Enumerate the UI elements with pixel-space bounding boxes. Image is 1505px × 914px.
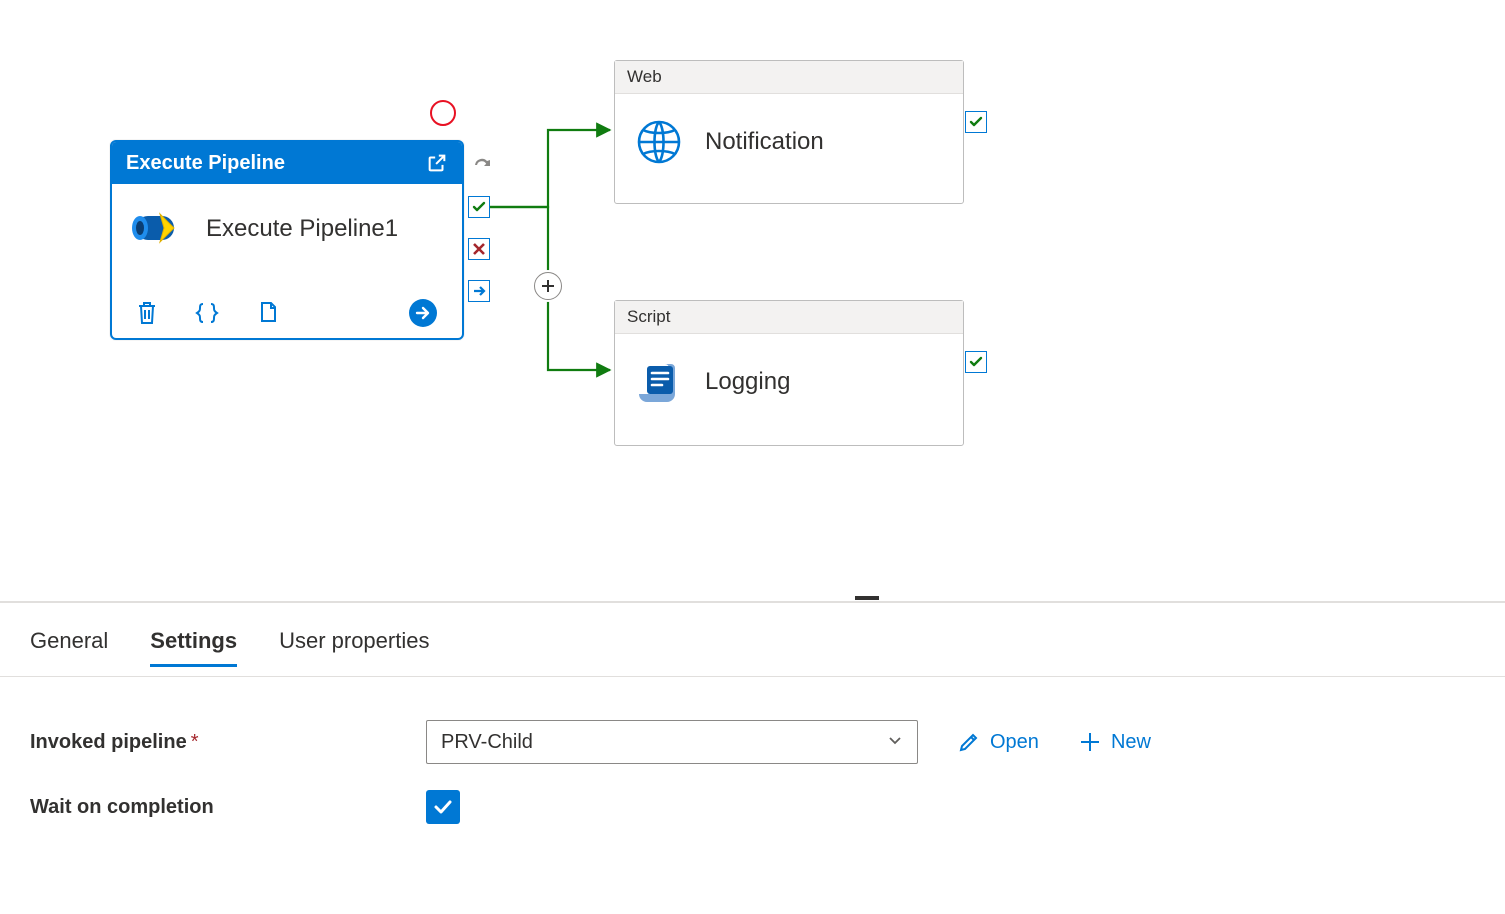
invoked-pipeline-value: PRV-Child — [441, 731, 533, 754]
plus-icon — [1079, 731, 1101, 753]
add-activity-button[interactable] — [534, 272, 562, 300]
panel-resize-grip[interactable] — [855, 596, 879, 600]
wait-on-completion-label: Wait on completion — [30, 796, 426, 819]
delete-icon[interactable] — [136, 300, 158, 326]
chevron-down-icon — [887, 731, 903, 754]
activity-type-label: Script — [615, 301, 963, 334]
code-braces-icon[interactable] — [194, 301, 220, 325]
execute-pipeline-icon — [130, 208, 184, 250]
activity-name: Notification — [705, 128, 824, 156]
invoked-pipeline-select[interactable]: PRV-Child — [426, 720, 918, 764]
validation-error-indicator — [430, 100, 456, 126]
tab-general[interactable]: General — [30, 628, 108, 667]
properties-tabs: General Settings User properties — [30, 628, 429, 667]
tabs-underline — [0, 676, 1505, 677]
open-pipeline-button[interactable]: Open — [958, 731, 1039, 754]
wait-on-completion-checkbox[interactable] — [426, 790, 460, 824]
tab-settings[interactable]: Settings — [150, 628, 237, 667]
activity-name: Execute Pipeline1 — [206, 215, 398, 243]
pencil-icon — [958, 731, 980, 753]
dependency-port-success[interactable] — [965, 351, 987, 373]
script-icon — [635, 358, 683, 406]
new-pipeline-button[interactable]: New — [1079, 731, 1151, 754]
panel-divider — [0, 601, 1505, 603]
activity-name: Logging — [705, 368, 790, 396]
dependency-port-failure[interactable] — [468, 238, 490, 260]
redo-icon — [470, 154, 496, 174]
run-arrow-icon[interactable] — [408, 298, 438, 328]
activity-type-label: Execute Pipeline — [126, 152, 285, 175]
globe-icon — [635, 118, 683, 166]
open-external-icon[interactable] — [426, 152, 448, 174]
activity-script-logging[interactable]: Script Logging — [614, 300, 964, 446]
copy-icon[interactable] — [256, 300, 278, 326]
activity-web-notification[interactable]: Web Notification — [614, 60, 964, 204]
dependency-port-success[interactable] — [468, 196, 490, 218]
activity-execute-pipeline[interactable]: Execute Pipeline Execute Pipeline1 — [110, 140, 464, 340]
dependency-port-success[interactable] — [965, 111, 987, 133]
invoked-pipeline-label: Invoked pipeline* — [30, 731, 426, 754]
activity-type-label: Web — [615, 61, 963, 94]
dependency-port-completion[interactable] — [468, 280, 490, 302]
tab-user-properties[interactable]: User properties — [279, 628, 429, 667]
pipeline-canvas: Execute Pipeline Execute Pipeline1 — [0, 0, 1505, 914]
